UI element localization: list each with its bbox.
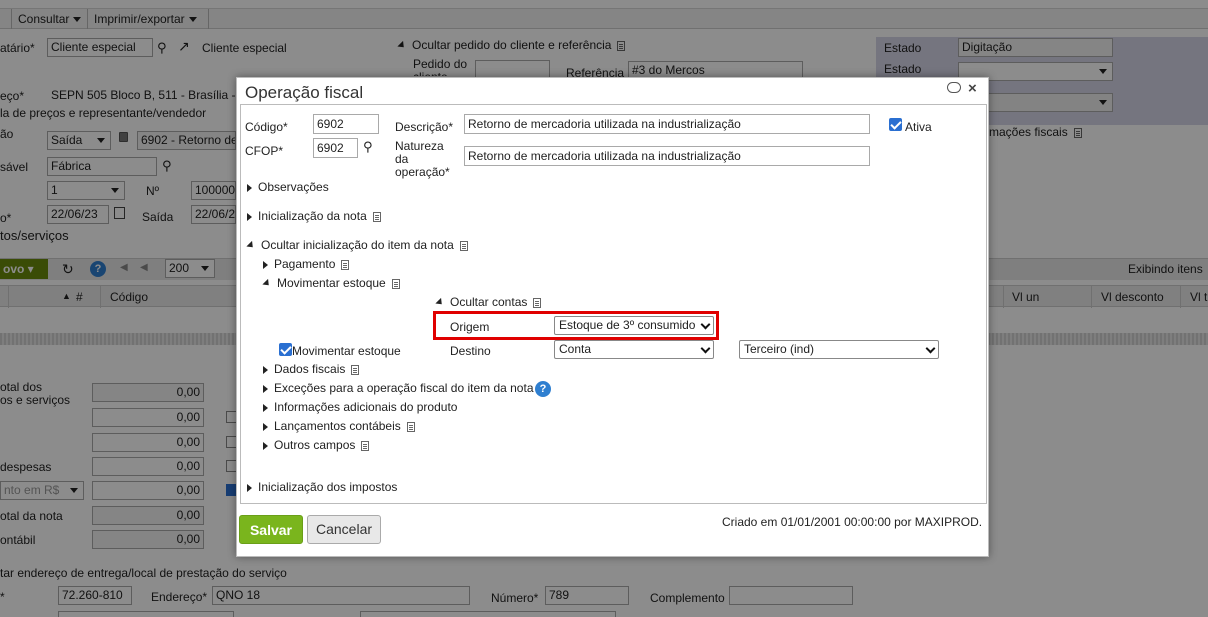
dados-fiscais-label: Dados fiscais (274, 362, 346, 376)
inicializacao-impostos-label: Inicialização dos impostos (258, 480, 398, 494)
observacoes-label: Observações (258, 180, 329, 194)
note-icon (533, 297, 542, 308)
ocultar-inicializacao-item-section[interactable]: Ocultar inicialização do item da nota (246, 238, 468, 252)
informacoes-adicionais-section[interactable]: Informações adicionais do produto (263, 400, 457, 414)
ocultar-contas-label: Ocultar contas (450, 295, 528, 309)
cancelar-button[interactable]: Cancelar (307, 515, 381, 544)
ativa-label: Ativa (905, 120, 932, 134)
descricao-label: Descrição* (395, 120, 454, 134)
inicializacao-nota-label: Inicialização da nota (258, 209, 367, 223)
expand-icon (247, 483, 252, 492)
collapse-icon (435, 298, 445, 308)
ocultar-contas-section[interactable]: Ocultar contas (435, 295, 542, 309)
note-icon (372, 211, 381, 222)
note-icon (361, 440, 370, 451)
collapse-icon (246, 241, 256, 251)
pagamento-label: Pagamento (274, 257, 336, 271)
outros-campos-section[interactable]: Outros campos (263, 438, 370, 452)
dialog-title: Operação fiscal (245, 83, 364, 102)
chevron-down-icon (925, 343, 936, 354)
expand-icon (263, 384, 268, 393)
natureza-label: Natureza da operação* (395, 140, 450, 179)
cfop-label: CFOP* (245, 144, 284, 158)
close-icon[interactable]: × (968, 80, 977, 97)
destino-value: Conta (559, 342, 592, 356)
expand-icon (247, 183, 252, 192)
created-info: Criado em 01/01/2001 00:00:00 por MAXIPR… (722, 515, 983, 529)
natureza-input[interactable]: Retorno de mercadoria utilizada na indus… (464, 146, 870, 166)
movimentar-estoque-section[interactable]: Movimentar estoque (262, 276, 400, 290)
destino-label: Destino (450, 344, 491, 358)
destino-select[interactable]: Conta (554, 340, 714, 359)
expand-icon (263, 441, 268, 450)
chevron-down-icon (700, 343, 711, 354)
excecoes-label: Exceções para a operação fiscal do item … (274, 381, 534, 395)
lancamentos-contabeis-section[interactable]: Lançamentos contábeis (263, 419, 415, 433)
highlight-box (433, 311, 719, 340)
search-icon[interactable]: ⚲ (363, 139, 373, 155)
comment-icon[interactable] (947, 82, 961, 93)
dados-fiscais-section[interactable]: Dados fiscais (263, 362, 360, 376)
expand-icon (263, 403, 268, 412)
codigo-label: Código* (245, 120, 288, 134)
outros-campos-label: Outros campos (274, 438, 356, 452)
cfop-input[interactable]: 6902 (313, 138, 358, 158)
observacoes-section[interactable]: Observações (247, 180, 329, 194)
note-icon (341, 259, 350, 270)
destino-terceiro-value: Terceiro (ind) (744, 342, 815, 356)
expand-icon (263, 422, 268, 431)
destino-terceiro-select[interactable]: Terceiro (ind) (739, 340, 939, 359)
pagamento-section[interactable]: Pagamento (263, 257, 350, 271)
note-icon (459, 240, 468, 251)
movimentar-estoque-label: Movimentar estoque (277, 276, 386, 290)
help-icon[interactable]: ? (535, 381, 551, 397)
expand-icon (263, 260, 268, 269)
salvar-button[interactable]: Salvar (239, 515, 303, 544)
excecoes-section[interactable]: Exceções para a operação fiscal do item … (263, 381, 534, 395)
ativa-checkbox[interactable] (889, 118, 902, 131)
lancamentos-contabeis-label: Lançamentos contábeis (274, 419, 401, 433)
movimentar-estoque-checkbox[interactable] (279, 343, 292, 356)
inicializacao-nota-section[interactable]: Inicialização da nota (247, 209, 381, 223)
expand-icon (263, 365, 268, 374)
movimentar-estoque-checkbox-label: Movimentar estoque (292, 344, 401, 358)
note-icon (391, 278, 400, 289)
expand-icon (247, 212, 252, 221)
inicializacao-impostos-section[interactable]: Inicialização dos impostos (247, 480, 397, 494)
codigo-input[interactable]: 6902 (313, 114, 379, 134)
informacoes-adicionais-label: Informações adicionais do produto (274, 400, 458, 414)
ocultar-inicializacao-item-label: Ocultar inicialização do item da nota (261, 238, 454, 252)
collapse-icon (262, 279, 272, 289)
descricao-input[interactable]: Retorno de mercadoria utilizada na indus… (464, 114, 870, 134)
natureza-label-line: operação* (395, 165, 450, 179)
note-icon (406, 421, 415, 432)
note-icon (351, 364, 360, 375)
